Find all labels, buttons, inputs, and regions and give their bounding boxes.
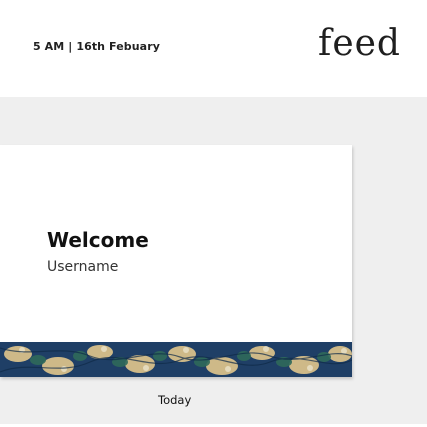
welcome-card[interactable]: Welcome Username — [0, 145, 352, 377]
username-label: Username — [47, 259, 119, 275]
section-label-today: Today — [158, 393, 192, 407]
datetime-label: 5 AM | 16th Febuary — [33, 40, 160, 53]
top-bar: 5 AM | 16th Febuary feed — [0, 0, 427, 97]
decorative-banner-image — [0, 342, 352, 377]
app-logo[interactable]: feed — [318, 23, 401, 64]
welcome-title: Welcome — [47, 228, 149, 252]
